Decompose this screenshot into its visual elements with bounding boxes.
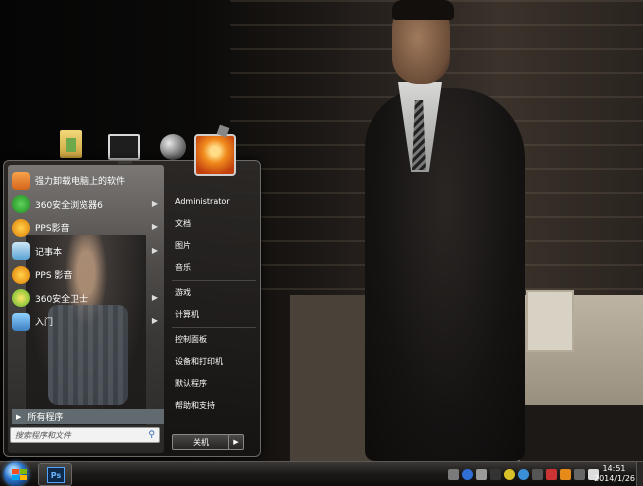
submenu-arrow-icon[interactable]: ▶: [152, 293, 158, 302]
expand-arrow-icon: ▶: [16, 412, 22, 421]
music-link[interactable]: 音乐: [172, 257, 256, 279]
search-input[interactable]: 搜索程序和文件 ⚲: [10, 427, 160, 443]
tray-keyboard-icon[interactable]: [448, 468, 459, 480]
pps-icon: [12, 218, 30, 237]
separator: [172, 327, 256, 328]
help-support-link[interactable]: 帮助和支持: [172, 395, 256, 417]
start-menu-places-pane: Administrator 文档 图片 音乐 游戏 计算机 控制面板 设备和打印…: [172, 191, 256, 417]
computer-link[interactable]: 计算机: [172, 304, 256, 326]
program-label: 360安全卫士: [35, 294, 89, 305]
control-panel-link[interactable]: 控制面板: [172, 329, 256, 351]
user-folder-link[interactable]: Administrator: [172, 191, 256, 213]
photoshop-icon: Ps: [47, 467, 65, 483]
program-label: 入门: [35, 318, 54, 329]
wallpaper-ledge: [520, 405, 643, 461]
submenu-arrow-icon[interactable]: ▶: [152, 222, 158, 231]
program-item-pps-player[interactable]: PPS 影音: [8, 263, 164, 287]
libraries-folder-icon[interactable]: [60, 130, 82, 158]
program-label: 360安全浏览器6: [35, 200, 103, 211]
program-item-uninstaller[interactable]: 强力卸载电脑上的软件: [8, 169, 164, 193]
tray-show-hidden-icon[interactable]: [490, 468, 501, 480]
computer-monitor-icon[interactable]: [108, 134, 140, 164]
start-menu-programs-pane: 强力卸载电脑上的软件 360安全浏览器6 ▶ PPS影音 ▶ 记事本 ▶ PPS…: [8, 165, 164, 453]
show-desktop-button[interactable]: [636, 462, 643, 486]
system-tray: [448, 466, 599, 482]
program-item-360-browser[interactable]: 360安全浏览器6 ▶: [8, 193, 164, 217]
program-item-360-guard[interactable]: 360安全卫士 ▶: [8, 287, 164, 311]
program-item-getting-started[interactable]: 入门 ▶: [8, 310, 164, 334]
taskbar: Ps 14:51 2014/1/26: [0, 461, 643, 486]
user-avatar[interactable]: [194, 134, 236, 176]
network-globe-icon[interactable]: [160, 134, 186, 160]
separator: [172, 280, 256, 281]
clock-time: 14:51: [602, 464, 626, 473]
tray-browser-icon[interactable]: [518, 468, 529, 480]
program-label: 强力卸载电脑上的软件: [35, 177, 126, 188]
pps-icon: [12, 265, 30, 284]
notepad-icon: [12, 242, 30, 261]
program-item-notepad[interactable]: 记事本 ▶: [8, 240, 164, 264]
all-programs-button[interactable]: ▶ 所有程序: [12, 409, 164, 424]
program-item-pps[interactable]: PPS影音 ▶: [8, 216, 164, 240]
search-placeholder: 搜索程序和文件: [15, 430, 71, 440]
documents-link[interactable]: 文档: [172, 213, 256, 235]
tray-help-icon[interactable]: [462, 468, 473, 480]
shutdown-options-arrow-icon[interactable]: ▶: [228, 434, 244, 450]
pictures-link[interactable]: 图片: [172, 235, 256, 257]
devices-printers-link[interactable]: 设备和打印机: [172, 351, 256, 373]
taskbar-clock[interactable]: 14:51 2014/1/26: [594, 464, 636, 484]
tray-device-icon[interactable]: [532, 468, 543, 480]
all-programs-label: 所有程序: [27, 413, 64, 423]
start-button[interactable]: [4, 462, 28, 486]
program-label: 记事本: [35, 247, 63, 258]
wallpaper-man-suit: [365, 88, 525, 461]
wallpaper-man-hair: [392, 0, 454, 20]
search-icon[interactable]: ⚲: [148, 430, 155, 440]
program-label: PPS 影音: [35, 271, 73, 282]
uninstall-icon: [12, 171, 30, 190]
taskbar-photoshop-button[interactable]: Ps: [38, 463, 72, 486]
shutdown-button[interactable]: 关机: [172, 434, 230, 450]
wallpaper-electrical-box: [526, 290, 574, 352]
tray-alert-icon[interactable]: [546, 468, 557, 480]
program-label: PPS影音: [35, 224, 70, 235]
getting-started-icon: [12, 312, 30, 331]
pinned-programs-list: 强力卸载电脑上的软件 360安全浏览器6 ▶ PPS影音 ▶ 记事本 ▶ PPS…: [8, 169, 164, 334]
clock-date: 2014/1/26: [594, 474, 636, 483]
360-browser-icon: [12, 195, 30, 214]
default-programs-link[interactable]: 默认程序: [172, 373, 256, 395]
start-menu: 强力卸载电脑上的软件 360安全浏览器6 ▶ PPS影音 ▶ 记事本 ▶ PPS…: [3, 160, 261, 457]
submenu-arrow-icon[interactable]: ▶: [152, 316, 158, 325]
tray-360-icon[interactable]: [504, 468, 515, 480]
submenu-arrow-icon[interactable]: ▶: [152, 246, 158, 255]
tray-tools-icon[interactable]: [476, 468, 487, 480]
tray-network-icon[interactable]: [574, 468, 585, 480]
360-guard-icon: [12, 289, 30, 308]
games-link[interactable]: 游戏: [172, 282, 256, 304]
submenu-arrow-icon[interactable]: ▶: [152, 199, 158, 208]
windows-logo-icon: [12, 469, 28, 481]
tray-app-icon[interactable]: [560, 468, 571, 480]
